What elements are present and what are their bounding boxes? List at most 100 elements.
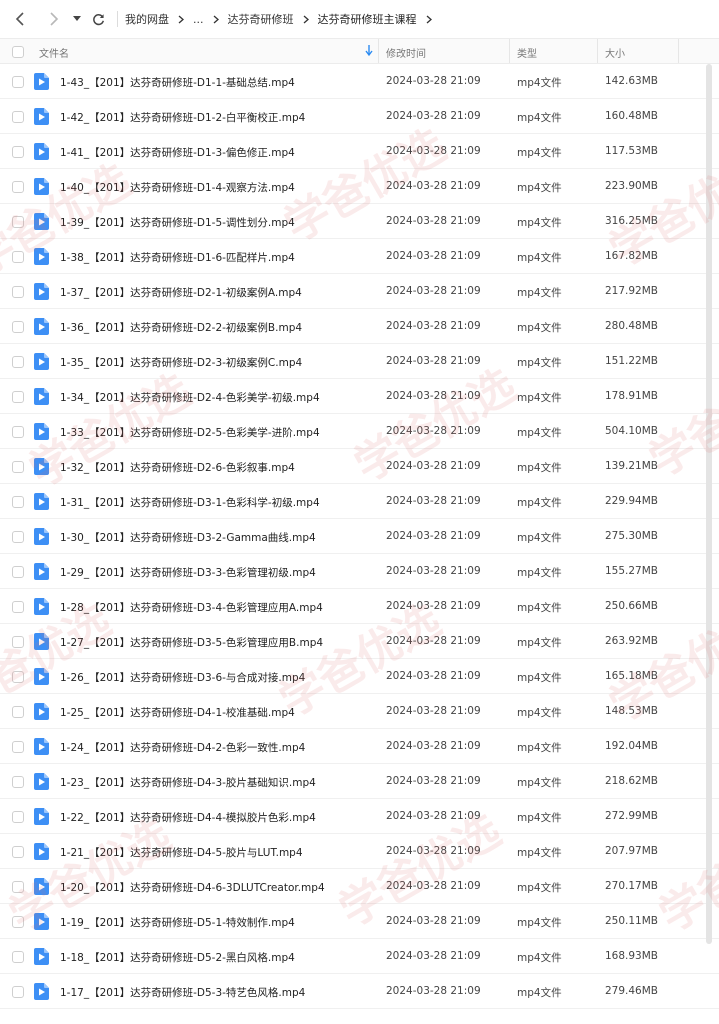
table-row[interactable]: 1-40_【201】达芬奇研修班-D1-4-观察方法.mp4 2024-03-2… xyxy=(0,169,719,204)
file-name[interactable]: 1-29_【201】达芬奇研修班-D3-3-色彩管理初级.mp4 xyxy=(60,565,316,580)
file-name[interactable]: 1-36_【201】达芬奇研修班-D2-2-初级案例B.mp4 xyxy=(60,320,302,335)
forward-button[interactable] xyxy=(41,6,67,32)
file-name[interactable]: 1-27_【201】达芬奇研修班-D3-5-色彩管理应用B.mp4 xyxy=(60,635,323,650)
file-name[interactable]: 1-21_【201】达芬奇研修班-D4-5-胶片与LUT.mp4 xyxy=(60,845,303,860)
file-modified-time: 2024-03-28 21:09 xyxy=(386,75,481,87)
table-row[interactable]: 1-33_【201】达芬奇研修班-D2-5-色彩美学-进阶.mp4 2024-0… xyxy=(0,414,719,449)
file-name[interactable]: 1-28_【201】达芬奇研修班-D3-4-色彩管理应用A.mp4 xyxy=(60,600,323,615)
row-checkbox[interactable] xyxy=(12,706,24,718)
row-checkbox[interactable] xyxy=(12,951,24,963)
row-checkbox[interactable] xyxy=(12,671,24,683)
back-button[interactable] xyxy=(7,6,33,32)
table-row[interactable]: 1-42_【201】达芬奇研修班-D1-2-白平衡校正.mp4 2024-03-… xyxy=(0,99,719,134)
row-checkbox[interactable] xyxy=(12,391,24,403)
select-all-checkbox[interactable] xyxy=(12,46,24,58)
table-row[interactable]: 1-27_【201】达芬奇研修班-D3-5-色彩管理应用B.mp4 2024-0… xyxy=(0,624,719,659)
row-checkbox[interactable] xyxy=(12,741,24,753)
row-checkbox[interactable] xyxy=(12,181,24,193)
table-row[interactable]: 1-20_【201】达芬奇研修班-D4-6-3DLUTCreator.mp4 2… xyxy=(0,869,719,904)
table-row[interactable]: 1-41_【201】达芬奇研修班-D1-3-偏色修正.mp4 2024-03-2… xyxy=(0,134,719,169)
row-checkbox[interactable] xyxy=(12,251,24,263)
file-name[interactable]: 1-35_【201】达芬奇研修班-D2-3-初级案例C.mp4 xyxy=(60,355,302,370)
row-checkbox[interactable] xyxy=(12,461,24,473)
table-row[interactable]: 1-37_【201】达芬奇研修班-D2-1-初级案例A.mp4 2024-03-… xyxy=(0,274,719,309)
file-name[interactable]: 1-42_【201】达芬奇研修班-D1-2-白平衡校正.mp4 xyxy=(60,110,305,125)
row-checkbox[interactable] xyxy=(12,601,24,613)
column-header-name[interactable]: 文件名 xyxy=(39,45,69,60)
table-row[interactable]: 1-30_【201】达芬奇研修班-D3-2-Gamma曲线.mp4 2024-0… xyxy=(0,519,719,554)
column-header-size[interactable]: 大小 xyxy=(605,45,625,60)
sort-down-arrow-icon[interactable] xyxy=(365,43,373,57)
row-checkbox[interactable] xyxy=(12,321,24,333)
table-row[interactable]: 1-23_【201】达芬奇研修班-D4-3-胶片基础知识.mp4 2024-03… xyxy=(0,764,719,799)
file-name[interactable]: 1-18_【201】达芬奇研修班-D5-2-黑白风格.mp4 xyxy=(60,950,295,965)
file-name[interactable]: 1-25_【201】达芬奇研修班-D4-1-校准基础.mp4 xyxy=(60,705,295,720)
table-row[interactable]: 1-39_【201】达芬奇研修班-D1-5-调性划分.mp4 2024-03-2… xyxy=(0,204,719,239)
row-checkbox[interactable] xyxy=(12,111,24,123)
row-checkbox[interactable] xyxy=(12,426,24,438)
file-name[interactable]: 1-38_【201】达芬奇研修班-D1-6-匹配样片.mp4 xyxy=(60,250,295,265)
row-checkbox[interactable] xyxy=(12,916,24,928)
file-name[interactable]: 1-20_【201】达芬奇研修班-D4-6-3DLUTCreator.mp4 xyxy=(60,880,325,895)
row-checkbox[interactable] xyxy=(12,496,24,508)
table-row[interactable]: 1-28_【201】达芬奇研修班-D3-4-色彩管理应用A.mp4 2024-0… xyxy=(0,589,719,624)
row-checkbox[interactable] xyxy=(12,76,24,88)
table-row[interactable]: 1-25_【201】达芬奇研修班-D4-1-校准基础.mp4 2024-03-2… xyxy=(0,694,719,729)
row-checkbox[interactable] xyxy=(12,811,24,823)
file-name[interactable]: 1-24_【201】达芬奇研修班-D4-2-色彩一致性.mp4 xyxy=(60,740,305,755)
table-row[interactable]: 1-22_【201】达芬奇研修班-D4-4-模拟胶片色彩.mp4 2024-03… xyxy=(0,799,719,834)
breadcrumb-ellipsis[interactable]: ... xyxy=(193,13,204,26)
table-row[interactable]: 1-31_【201】达芬奇研修班-D3-1-色彩科学-初级.mp4 2024-0… xyxy=(0,484,719,519)
table-row[interactable]: 1-26_【201】达芬奇研修班-D3-6-与合成对接.mp4 2024-03-… xyxy=(0,659,719,694)
table-row[interactable]: 1-19_【201】达芬奇研修班-D5-1-特效制作.mp4 2024-03-2… xyxy=(0,904,719,939)
row-checkbox[interactable] xyxy=(12,566,24,578)
table-row[interactable]: 1-29_【201】达芬奇研修班-D3-3-色彩管理初级.mp4 2024-03… xyxy=(0,554,719,589)
breadcrumb-my-drive[interactable]: 我的网盘 xyxy=(125,11,169,27)
row-checkbox[interactable] xyxy=(12,216,24,228)
file-name[interactable]: 1-32_【201】达芬奇研修班-D2-6-色彩叙事.mp4 xyxy=(60,460,295,475)
file-modified-time: 2024-03-28 21:09 xyxy=(386,145,481,157)
file-name[interactable]: 1-31_【201】达芬奇研修班-D3-1-色彩科学-初级.mp4 xyxy=(60,495,320,510)
file-name[interactable]: 1-39_【201】达芬奇研修班-D1-5-调性划分.mp4 xyxy=(60,215,295,230)
row-checkbox[interactable] xyxy=(12,286,24,298)
breadcrumb-current-folder[interactable]: 达芬奇研修班主课程 xyxy=(318,11,417,27)
row-checkbox[interactable] xyxy=(12,636,24,648)
row-checkbox[interactable] xyxy=(12,986,24,998)
table-row[interactable]: 1-35_【201】达芬奇研修班-D2-3-初级案例C.mp4 2024-03-… xyxy=(0,344,719,379)
file-name[interactable]: 1-43_【201】达芬奇研修班-D1-1-基础总结.mp4 xyxy=(60,75,295,90)
table-row[interactable]: 1-32_【201】达芬奇研修班-D2-6-色彩叙事.mp4 2024-03-2… xyxy=(0,449,719,484)
row-checkbox[interactable] xyxy=(12,846,24,858)
table-row[interactable]: 1-34_【201】达芬奇研修班-D2-4-色彩美学-初级.mp4 2024-0… xyxy=(0,379,719,414)
column-header-type[interactable]: 类型 xyxy=(517,45,537,60)
file-name[interactable]: 1-30_【201】达芬奇研修班-D3-2-Gamma曲线.mp4 xyxy=(60,530,316,545)
file-name[interactable]: 1-23_【201】达芬奇研修班-D4-3-胶片基础知识.mp4 xyxy=(60,775,316,790)
table-row[interactable]: 1-21_【201】达芬奇研修班-D4-5-胶片与LUT.mp4 2024-03… xyxy=(0,834,719,869)
file-name[interactable]: 1-37_【201】达芬奇研修班-D2-1-初级案例A.mp4 xyxy=(60,285,302,300)
row-checkbox[interactable] xyxy=(12,881,24,893)
file-name[interactable]: 1-19_【201】达芬奇研修班-D5-1-特效制作.mp4 xyxy=(60,915,295,930)
table-row[interactable]: 1-38_【201】达芬奇研修班-D1-6-匹配样片.mp4 2024-03-2… xyxy=(0,239,719,274)
table-row[interactable]: 1-43_【201】达芬奇研修班-D1-1-基础总结.mp4 2024-03-2… xyxy=(0,64,719,99)
row-checkbox[interactable] xyxy=(12,776,24,788)
refresh-button[interactable] xyxy=(85,6,111,32)
video-file-icon xyxy=(34,598,49,615)
column-header-modified-time[interactable]: 修改时间 xyxy=(386,45,426,60)
file-name[interactable]: 1-17_【201】达芬奇研修班-D5-3-特艺色风格.mp4 xyxy=(60,985,305,1000)
table-row[interactable]: 1-36_【201】达芬奇研修班-D2-2-初级案例B.mp4 2024-03-… xyxy=(0,309,719,344)
table-row[interactable]: 1-24_【201】达芬奇研修班-D4-2-色彩一致性.mp4 2024-03-… xyxy=(0,729,719,764)
table-row[interactable]: 1-18_【201】达芬奇研修班-D5-2-黑白风格.mp4 2024-03-2… xyxy=(0,939,719,974)
file-name[interactable]: 1-22_【201】达芬奇研修班-D4-4-模拟胶片色彩.mp4 xyxy=(60,810,316,825)
history-dropdown-button[interactable] xyxy=(69,6,85,32)
file-name[interactable]: 1-26_【201】达芬奇研修班-D3-6-与合成对接.mp4 xyxy=(60,670,305,685)
breadcrumb-course-folder[interactable]: 达芬奇研修班 xyxy=(228,11,294,27)
vertical-scrollbar[interactable] xyxy=(706,64,712,944)
row-checkbox[interactable] xyxy=(12,356,24,368)
table-row[interactable]: 1-17_【201】达芬奇研修班-D5-3-特艺色风格.mp4 2024-03-… xyxy=(0,974,719,1009)
file-name[interactable]: 1-34_【201】达芬奇研修班-D2-4-色彩美学-初级.mp4 xyxy=(60,390,320,405)
row-checkbox[interactable] xyxy=(12,531,24,543)
file-name[interactable]: 1-41_【201】达芬奇研修班-D1-3-偏色修正.mp4 xyxy=(60,145,295,160)
video-file-icon xyxy=(34,388,49,405)
file-name[interactable]: 1-40_【201】达芬奇研修班-D1-4-观察方法.mp4 xyxy=(60,180,295,195)
row-checkbox[interactable] xyxy=(12,146,24,158)
file-name[interactable]: 1-33_【201】达芬奇研修班-D2-5-色彩美学-进阶.mp4 xyxy=(60,425,320,440)
